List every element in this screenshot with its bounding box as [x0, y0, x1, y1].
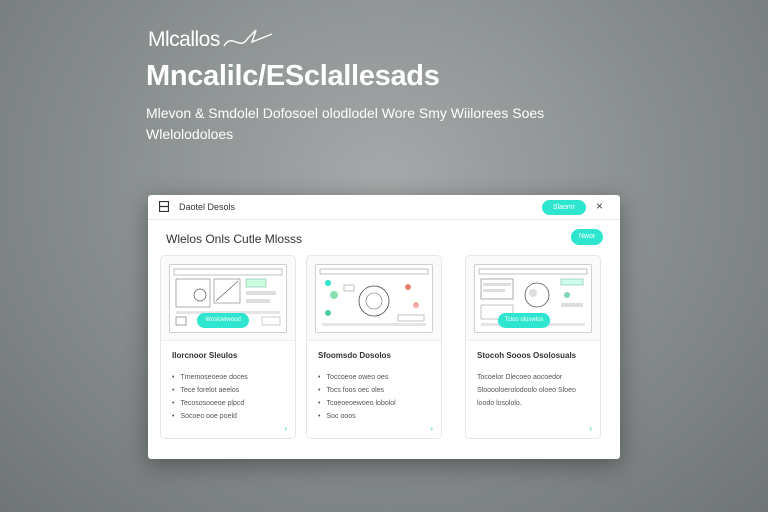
chevron-right-icon[interactable]: › [589, 424, 592, 433]
topbar-action-button[interactable]: Slaomr [542, 200, 586, 215]
card-preview-image [315, 264, 433, 333]
window-title: Daotel Desols [179, 202, 236, 212]
card-primary-button[interactable]: Wosloelwood [197, 313, 249, 328]
section-title: Wlelos Onls Cutle Mlosss [166, 232, 303, 246]
list-item: Tmemoseoeoe doces [172, 371, 247, 384]
card-description: Tocoelor Dlecoeo aocoedor Slooooloerolod… [477, 374, 576, 407]
card-bullets: Toccoeoe oweo oes Tocs foos oec oles Tco… [318, 371, 396, 423]
chevron-right-icon[interactable]: › [430, 424, 433, 433]
brand-signature-icon [223, 29, 273, 47]
card-body: Stocoh Sooos Osolosuals Tocoelor Dlecoeo… [466, 340, 600, 438]
list-item: Tecososooeoe plpcd [172, 397, 248, 410]
template-card[interactable]: Wosloelwood Ilorcnoor Sleulos Tmemoseoeo… [160, 255, 296, 439]
close-icon[interactable]: × [596, 199, 603, 213]
window-topbar: Daotel Desols Slaomr × [148, 195, 620, 220]
card-body: Sfoomsdo Dosolos Toccoeoe oweo oes Tocs … [307, 340, 441, 438]
card-primary-button[interactable]: Tcloo oloswlos [498, 313, 550, 328]
list-item: Tece forelot aeelos [172, 384, 248, 397]
app-window: Daotel Desols Slaomr × Wlelos Onls Cutle… [148, 195, 620, 459]
list-item: Tcoeoeoewoeo lobolol [318, 397, 395, 410]
card-title: Stocoh Sooos Osolosuals [477, 351, 577, 360]
list-item: Soc ooos [318, 410, 396, 423]
chevron-right-icon[interactable]: › [284, 424, 287, 433]
page-headline: Mncalilc/ESclallesads [146, 60, 440, 92]
template-card[interactable]: Sfoomsdo Dosolos Toccoeoe oweo oes Tocs … [306, 255, 442, 439]
template-card[interactable]: Tcloo oloswlos Stocoh Sooos Osolosuals T… [465, 255, 601, 439]
card-title: Ilorcnoor Sleulos [172, 351, 238, 360]
card-title: Sfoomsdo Dosolos [318, 351, 391, 360]
list-item: Toccoeoe oweo oes [318, 371, 396, 384]
brand-name: Mlcallos [148, 28, 220, 51]
new-button[interactable]: Nwor [571, 229, 603, 245]
wireframe-icon [319, 268, 429, 326]
card-body: Ilorcnoor Sleulos Tmemoseoeoe doces Tece… [161, 340, 295, 438]
list-item: Socoeo ooe poeld [172, 410, 248, 423]
card-bullets: Tmemoseoeoe doces Tece forelot aeelos Te… [172, 371, 248, 423]
brand: Mlcallos [148, 26, 274, 54]
list-item: Tocs foos oec oles [318, 384, 396, 397]
page-subtitle: Mlevon & Smdolel Dofosoel olodlodel Wore… [146, 105, 545, 142]
app-logo-icon [159, 201, 169, 212]
